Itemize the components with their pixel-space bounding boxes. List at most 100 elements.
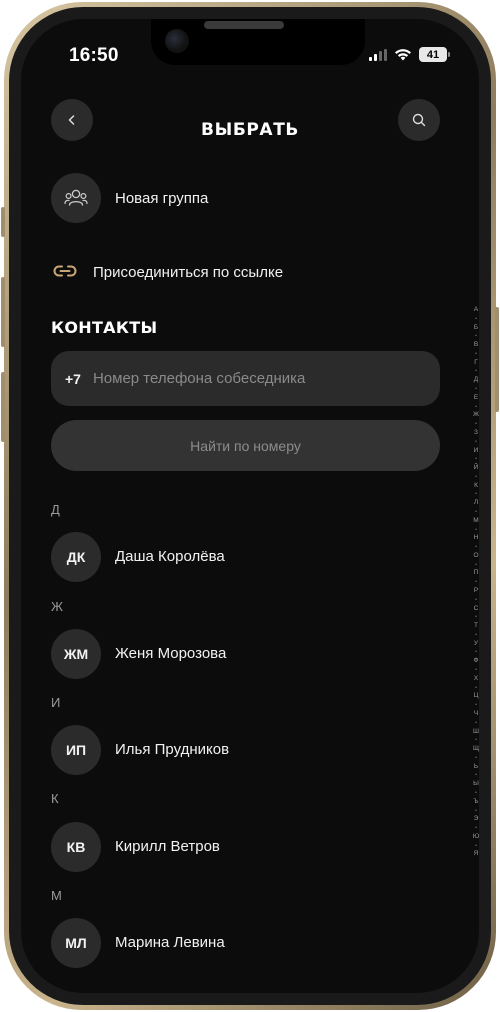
- join-link-button[interactable]: Присоединиться по ссылке: [93, 264, 283, 281]
- index-separator: •: [475, 561, 477, 568]
- index-separator: •: [475, 403, 477, 410]
- contact-name[interactable]: Илья Прудников: [115, 741, 229, 758]
- contact-name[interactable]: Даша Королёва: [115, 548, 225, 565]
- index-separator: •: [475, 789, 477, 796]
- index-separator: •: [475, 754, 477, 761]
- index-separator: •: [475, 579, 477, 586]
- section-letter: Д: [51, 502, 60, 517]
- index-letter[interactable]: Л: [474, 500, 478, 507]
- index-separator: •: [475, 491, 477, 498]
- index-separator: •: [475, 737, 477, 744]
- volume-down-button: [1, 372, 5, 442]
- index-letter[interactable]: П: [474, 570, 479, 577]
- index-separator: •: [475, 631, 477, 638]
- search-icon: [412, 113, 426, 127]
- phone-number-input[interactable]: [92, 370, 393, 387]
- index-separator: •: [475, 350, 477, 357]
- index-letter[interactable]: Й: [474, 464, 479, 472]
- index-separator: •: [475, 842, 477, 849]
- index-letter[interactable]: Я: [474, 851, 479, 858]
- find-by-number-button[interactable]: Найти по номеру: [51, 420, 440, 471]
- index-letter[interactable]: У: [474, 640, 478, 648]
- phone-number-field[interactable]: +7: [51, 351, 440, 406]
- index-separator: •: [475, 702, 477, 709]
- index-separator: •: [475, 438, 477, 445]
- contact-name[interactable]: Марина Левина: [115, 934, 225, 951]
- action-button: [1, 207, 5, 237]
- index-letter[interactable]: З: [474, 429, 478, 437]
- screen: 16:50 41 В Ы Б Р А Т Ь Новая группа Присоедини…: [21, 19, 479, 993]
- group-icon: [64, 189, 88, 206]
- index-letter[interactable]: М: [473, 517, 478, 525]
- index-letter[interactable]: Ы: [473, 781, 479, 788]
- index-letter[interactable]: Г: [474, 359, 478, 367]
- contact-name[interactable]: Кирилл Ветров: [115, 838, 220, 855]
- index-separator: •: [475, 333, 477, 340]
- index-separator: •: [475, 544, 477, 551]
- status-icons: 41: [369, 47, 450, 62]
- index-letter[interactable]: Ч: [474, 710, 478, 718]
- index-letter[interactable]: Т: [474, 623, 478, 630]
- index-letter[interactable]: Ю: [473, 833, 479, 841]
- link-icon: [53, 265, 77, 277]
- status-time: 16:50: [69, 45, 119, 66]
- index-separator: •: [475, 456, 477, 463]
- index-letter[interactable]: Щ: [473, 745, 479, 753]
- index-separator: •: [475, 719, 477, 726]
- index-separator: •: [475, 684, 477, 691]
- index-letter[interactable]: Ж: [473, 412, 479, 419]
- avatar[interactable]: ЖМ: [51, 629, 101, 679]
- avatar[interactable]: МЛ: [51, 918, 101, 968]
- index-separator: •: [475, 421, 477, 428]
- index-letter[interactable]: Ь: [474, 763, 478, 771]
- speaker-grille: [204, 21, 284, 29]
- section-letter: К: [51, 791, 59, 806]
- index-separator: •: [475, 596, 477, 603]
- section-letter: М: [51, 888, 62, 903]
- country-code: +7: [65, 370, 81, 387]
- signal-icon: [369, 48, 387, 61]
- index-separator: •: [475, 825, 477, 832]
- index-letter[interactable]: Ш: [473, 728, 479, 736]
- index-letter[interactable]: С: [474, 605, 479, 613]
- index-separator: •: [475, 649, 477, 656]
- index-separator: •: [475, 667, 477, 674]
- index-letter[interactable]: А: [474, 306, 478, 314]
- avatar[interactable]: КВ: [51, 822, 101, 872]
- new-group-button[interactable]: [51, 173, 101, 223]
- contacts-section-title: КОНТАКТЫ: [51, 318, 158, 337]
- index-separator: •: [475, 508, 477, 515]
- index-separator: •: [475, 614, 477, 621]
- index-letter[interactable]: Э: [474, 816, 479, 823]
- index-letter[interactable]: Х: [474, 675, 478, 683]
- battery-icon: 41: [419, 47, 450, 62]
- new-group-label[interactable]: Новая группа: [115, 190, 208, 207]
- index-separator: •: [475, 473, 477, 480]
- index-letter[interactable]: Ъ: [473, 798, 478, 806]
- index-letter[interactable]: Р: [474, 587, 478, 595]
- camera-icon: [165, 29, 189, 53]
- avatar[interactable]: ИП: [51, 725, 101, 775]
- avatar[interactable]: ДК: [51, 532, 101, 582]
- phone-frame: 16:50 41 В Ы Б Р А Т Ь Новая группа Присоедини…: [1, 2, 499, 1010]
- section-letter: Ж: [51, 599, 64, 614]
- index-letter[interactable]: О: [473, 552, 478, 560]
- index-letter[interactable]: Б: [474, 324, 478, 332]
- wifi-icon: [395, 49, 411, 61]
- index-letter[interactable]: И: [474, 447, 479, 455]
- search-button[interactable]: [398, 99, 440, 141]
- index-letter[interactable]: В: [474, 342, 478, 349]
- contact-name[interactable]: Женя Морозова: [115, 645, 226, 662]
- section-letter: И: [51, 695, 61, 710]
- index-letter[interactable]: Н: [474, 535, 479, 542]
- index-separator: •: [475, 526, 477, 533]
- index-separator: •: [475, 315, 477, 322]
- power-button: [495, 307, 499, 412]
- alphabet-index[interactable]: А • Б • В • Г • Д • Е • Ж • З • И • Й • К • Л • М • Н • О • П • Р • С • Т • У •…: [471, 306, 479, 858]
- index-letter[interactable]: Ф: [474, 658, 479, 665]
- index-letter[interactable]: Е: [474, 394, 478, 402]
- index-letter[interactable]: Д: [474, 377, 478, 384]
- index-letter[interactable]: Ц: [474, 693, 479, 700]
- index-letter[interactable]: К: [474, 482, 478, 490]
- index-separator: •: [475, 386, 477, 393]
